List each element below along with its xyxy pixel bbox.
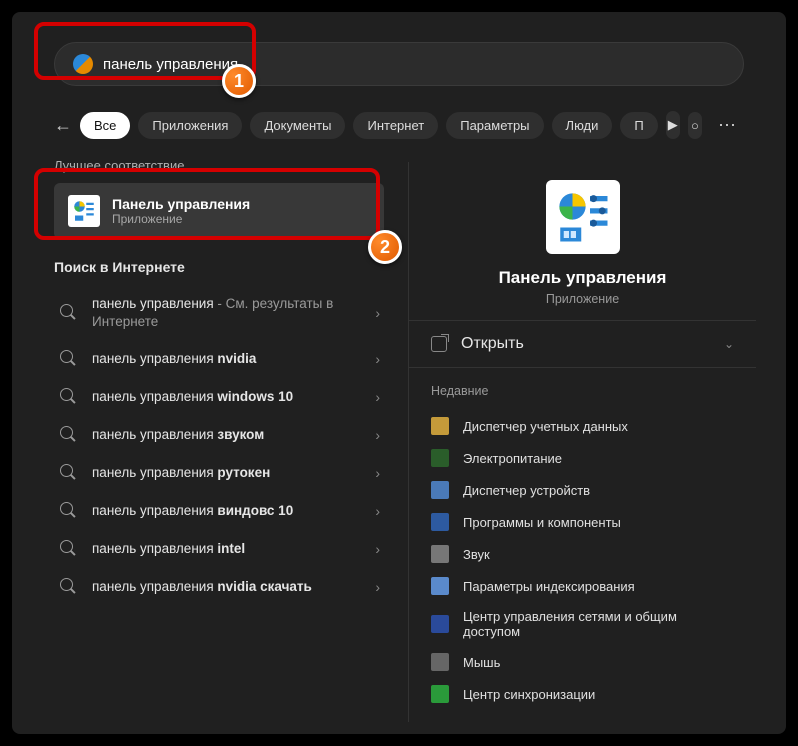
recent-item[interactable]: Мышь <box>431 646 734 678</box>
chevron-right-icon: › <box>375 465 380 481</box>
recent-item-label: Электропитание <box>463 451 562 466</box>
filter-truncated[interactable]: П <box>620 112 657 139</box>
preview-title: Панель управления <box>409 268 756 288</box>
recent-item[interactable]: Звук <box>431 538 734 570</box>
open-label: Открыть <box>461 335 524 353</box>
open-action[interactable]: Открыть ⌄ <box>409 320 756 368</box>
mouse-icon <box>431 653 449 671</box>
open-icon <box>431 336 447 352</box>
search-bar[interactable] <box>54 42 744 86</box>
filter-all[interactable]: Все <box>80 112 130 139</box>
recent-item-label: Мышь <box>463 655 500 670</box>
web-result-text: панель управления intel <box>92 540 245 558</box>
recent-item-label: Параметры индексирования <box>463 579 635 594</box>
search-icon <box>60 426 78 444</box>
recent-item[interactable]: Диспетчер устройств <box>431 474 734 506</box>
device-manager-icon <box>431 481 449 499</box>
web-result[interactable]: панель управления звуком › <box>54 416 384 454</box>
web-result-text: панель управления виндовс 10 <box>92 502 293 520</box>
chevron-right-icon: › <box>375 389 380 405</box>
best-match-label: Лучшее соответствие <box>54 158 384 173</box>
search-icon <box>60 540 78 558</box>
best-match-subtitle: Приложение <box>112 212 250 226</box>
chevron-right-icon: › <box>375 579 380 595</box>
programs-icon <box>431 513 449 531</box>
web-result-text: панель управления звуком <box>92 426 264 444</box>
back-button[interactable]: ← <box>54 115 72 136</box>
app-hero: Панель управления Приложение <box>409 162 756 320</box>
preview-subtitle: Приложение <box>409 292 756 306</box>
web-result-text: панель управления windows 10 <box>92 388 293 406</box>
step-badge-2: 2 <box>368 230 402 264</box>
recent-item-label: Диспетчер учетных данных <box>463 419 628 434</box>
filter-overflow-icon[interactable]: ⋯ <box>710 115 744 136</box>
search-window: ← Все Приложения Документы Интернет Пара… <box>12 12 786 734</box>
credential-manager-icon <box>431 417 449 435</box>
web-result-text: панель управления - См. результаты в Инт… <box>92 295 378 330</box>
network-icon <box>431 615 449 633</box>
web-search-label: Поиск в Интернете <box>54 259 384 275</box>
recent-item[interactable]: Центр синхронизации <box>431 678 734 710</box>
chevron-right-icon: › <box>375 541 380 557</box>
web-result-text: панель управления nvidia <box>92 350 256 368</box>
filter-apps[interactable]: Приложения <box>138 112 242 139</box>
recent-item-label: Звук <box>463 547 490 562</box>
recent-label: Недавние <box>431 384 734 398</box>
step-badge-1: 1 <box>222 64 256 98</box>
web-result[interactable]: панель управления windows 10 › <box>54 378 384 416</box>
web-result-text: панель управления рутокен <box>92 464 270 482</box>
web-result-text: панель управления nvidia скачать <box>92 578 312 596</box>
best-match-text: Панель управления Приложение <box>112 196 250 226</box>
recent-item-label: Центр управления сетями и общим доступом <box>463 609 734 639</box>
chevron-right-icon: › <box>375 427 380 443</box>
best-match-result[interactable]: Панель управления Приложение <box>54 183 384 239</box>
chevron-down-icon[interactable]: ⌄ <box>724 337 734 351</box>
web-result[interactable]: панель управления виндовс 10 › <box>54 492 384 530</box>
filter-circle-icon[interactable]: ○ <box>688 112 702 139</box>
recent-item[interactable]: Диспетчер учетных данных <box>431 410 734 442</box>
web-result[interactable]: панель управления intel › <box>54 530 384 568</box>
filter-row: ← Все Приложения Документы Интернет Пара… <box>54 106 744 144</box>
preview-panel: Панель управления Приложение Открыть ⌄ Н… <box>408 162 756 722</box>
recent-item[interactable]: Программы и компоненты <box>431 506 734 538</box>
recent-section: Недавние Диспетчер учетных данных Электр… <box>409 368 756 726</box>
chevron-right-icon: › <box>375 503 380 519</box>
sound-icon <box>431 545 449 563</box>
web-result[interactable]: панель управления nvidia › <box>54 340 384 378</box>
recent-item-label: Программы и компоненты <box>463 515 621 530</box>
indexing-icon <box>431 577 449 595</box>
filter-people[interactable]: Люди <box>552 112 613 139</box>
recent-item[interactable]: Параметры индексирования <box>431 570 734 602</box>
search-icon <box>60 502 78 520</box>
search-icon <box>60 578 78 596</box>
sync-icon <box>431 685 449 703</box>
filter-play-icon[interactable]: ▶ <box>666 111 680 139</box>
search-logo-icon <box>73 54 93 74</box>
web-result[interactable]: панель управления рутокен › <box>54 454 384 492</box>
recent-item[interactable]: Центр управления сетями и общим доступом <box>431 602 734 646</box>
control-panel-icon <box>68 195 100 227</box>
power-icon <box>431 449 449 467</box>
web-result[interactable]: панель управления nvidia скачать › <box>54 568 384 606</box>
search-icon <box>60 350 78 368</box>
best-match-title: Панель управления <box>112 196 250 212</box>
filter-internet[interactable]: Интернет <box>353 112 438 139</box>
web-result[interactable]: панель управления - См. результаты в Инт… <box>54 285 384 340</box>
search-icon <box>60 304 78 322</box>
chevron-right-icon: › <box>375 305 380 321</box>
recent-item[interactable]: Электропитание <box>431 442 734 474</box>
chevron-right-icon: › <box>375 351 380 367</box>
web-results-list: панель управления - См. результаты в Инт… <box>54 285 384 606</box>
filter-settings[interactable]: Параметры <box>446 112 543 139</box>
search-icon <box>60 464 78 482</box>
search-icon <box>60 388 78 406</box>
filter-docs[interactable]: Документы <box>250 112 345 139</box>
control-panel-icon-large <box>546 180 620 254</box>
recent-item-label: Диспетчер устройств <box>463 483 590 498</box>
search-input[interactable] <box>103 56 725 73</box>
recent-item-label: Центр синхронизации <box>463 687 595 702</box>
results-left-column: Лучшее соответствие Панель управления Пр… <box>54 158 384 606</box>
